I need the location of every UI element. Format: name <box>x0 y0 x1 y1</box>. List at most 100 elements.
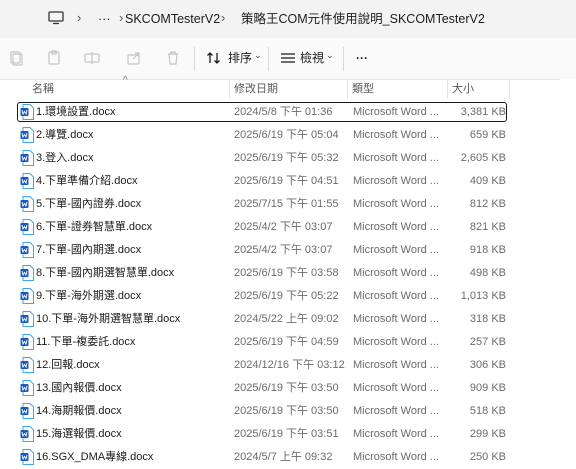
file-modified-date: 2025/6/19 下午 05:22 <box>234 290 339 302</box>
file-type: Microsoft Word ... <box>353 106 439 118</box>
more-options-button[interactable]: ··· <box>356 51 368 66</box>
file-name: 9.下單-海外期選.docx <box>36 290 142 302</box>
file-modified-date: 2024/12/16 下午 03:12 <box>234 359 345 371</box>
word-document-icon <box>20 196 34 212</box>
sort-label: 排序 <box>228 51 253 65</box>
file-type: Microsoft Word ... <box>353 359 439 371</box>
file-size: 1,013 KB <box>460 290 506 302</box>
file-type: Microsoft Word ... <box>353 290 439 302</box>
copy-icon[interactable] <box>46 50 62 66</box>
word-document-icon <box>20 334 34 350</box>
column-header-name[interactable]: 名稱 <box>32 82 54 96</box>
file-row[interactable]: 12.回報.docx 2024/12/16 下午 03:12 Microsoft W… <box>0 354 576 377</box>
file-row[interactable]: 3.登入.docx 2025/6/19 下午 05:32 Microsoft Wor… <box>0 147 576 170</box>
file-type: Microsoft Word ... <box>353 382 439 394</box>
scrollbar-track[interactable] <box>560 79 576 459</box>
file-modified-date: 2024/5/8 下午 01:36 <box>234 106 333 118</box>
file-size: 518 KB <box>469 405 506 417</box>
word-document-icon <box>20 173 34 189</box>
file-type: Microsoft Word ... <box>353 152 439 164</box>
file-name: 5.下單-國內證券.docx <box>36 198 142 210</box>
chevron-down-icon: ⌄ <box>254 50 262 60</box>
file-modified-date: 2024/5/7 上午 09:32 <box>234 451 333 463</box>
file-row[interactable]: 14.海期報價.docx 2025/6/19 下午 03:50 Microsoft … <box>0 400 576 423</box>
share-icon[interactable] <box>126 50 142 66</box>
file-type: Microsoft Word ... <box>353 428 439 440</box>
breadcrumb-more[interactable]: ··· <box>98 11 111 27</box>
file-modified-date: 2025/6/19 下午 03:50 <box>234 405 339 417</box>
file-size: 2,605 KB <box>460 152 506 164</box>
file-row[interactable]: 5.下單-國內證券.docx 2025/7/15 下午 01:55 Microsof… <box>0 193 576 216</box>
word-document-icon <box>20 127 34 143</box>
rename-icon[interactable] <box>84 50 100 66</box>
column-header-row: ^ 名稱 修改日期 類型 大小 <box>0 75 576 99</box>
command-bar: 排序 ⌄ 檢視 ⌄ ··· <box>0 38 576 80</box>
column-divider[interactable] <box>347 79 348 99</box>
column-divider[interactable] <box>509 79 510 99</box>
toolbar-divider <box>194 47 195 71</box>
file-row[interactable]: 8.下單-國內期選智慧單.docx 2025/6/19 下午 03:58 Micro… <box>0 262 576 285</box>
file-row[interactable]: 1.環境設置.docx 2024/5/8 下午 01:36 Microsoft Wo… <box>0 101 576 124</box>
monitor-icon[interactable] <box>48 11 64 25</box>
file-row[interactable]: 2.導覽.docx 2025/6/19 下午 05:04 Microsoft Wor… <box>0 124 576 147</box>
file-row[interactable]: 13.國內報價.docx 2025/6/19 下午 03:50 Microsoft … <box>0 377 576 400</box>
file-type: Microsoft Word ... <box>353 221 439 233</box>
view-label: 檢視 <box>300 51 325 65</box>
file-row[interactable]: 6.下單-證券智慧單.docx 2025/4/2 下午 03:07 Microsof… <box>0 216 576 239</box>
file-size: 918 KB <box>469 244 506 256</box>
breadcrumb-current-folder[interactable]: 策略王COM元件使用說明_SKCOMTesterV2 <box>241 11 485 27</box>
file-modified-date: 2025/4/2 下午 03:07 <box>234 221 333 233</box>
file-size: 299 KB <box>469 428 506 440</box>
cut-icon[interactable] <box>8 50 24 66</box>
file-size: 306 KB <box>469 359 506 371</box>
file-row[interactable]: 16.SGX_DMA專線.docx 2024/5/7 上午 09:32 Micros… <box>0 446 576 469</box>
sort-icon <box>207 52 220 64</box>
file-type: Microsoft Word ... <box>353 175 439 187</box>
address-bar[interactable]: › ··· › SKCOMTesterV2 › 策略王COM元件使用說明_SKC… <box>0 0 576 39</box>
file-name: 14.海期報價.docx <box>36 405 122 417</box>
file-row[interactable]: 15.海選報價.docx 2025/6/19 下午 03:51 Microsoft … <box>0 423 576 446</box>
file-row[interactable]: 10.下單-海外期選智慧單.docx 2024/5/22 上午 09:02 Micr… <box>0 308 576 331</box>
file-row[interactable]: 7.下單-國內期選.docx 2025/4/2 下午 03:07 Microsoft… <box>0 239 576 262</box>
file-name: 13.國內報價.docx <box>36 382 122 394</box>
file-name: 7.下單-國內期選.docx <box>36 244 142 256</box>
word-document-icon <box>20 288 34 304</box>
column-divider[interactable] <box>447 79 448 99</box>
word-document-icon <box>20 449 34 465</box>
file-name: 3.登入.docx <box>36 152 94 164</box>
word-document-icon <box>20 380 34 396</box>
column-header-date[interactable]: 修改日期 <box>234 82 278 96</box>
file-name: 2.導覽.docx <box>36 129 94 141</box>
file-size: 250 KB <box>469 451 506 463</box>
file-name: 15.海選報價.docx <box>36 428 122 440</box>
word-document-icon <box>20 219 34 235</box>
file-row[interactable]: 11.下單-複委託.docx 2025/6/19 下午 04:59 Microsof… <box>0 331 576 354</box>
file-row[interactable]: 9.下單-海外期選.docx 2025/6/19 下午 05:22 Microsof… <box>0 285 576 308</box>
file-type: Microsoft Word ... <box>353 129 439 141</box>
column-divider[interactable] <box>229 79 230 99</box>
file-row[interactable]: 4.下單準備介紹.docx 2025/6/19 下午 04:51 Microsoft… <box>0 170 576 193</box>
file-modified-date: 2024/5/22 上午 09:02 <box>234 313 339 325</box>
sort-ascending-icon: ^ <box>123 75 128 86</box>
file-modified-date: 2025/6/19 下午 04:59 <box>234 336 339 348</box>
file-modified-date: 2025/6/19 下午 03:58 <box>234 267 339 279</box>
file-size: 318 KB <box>469 313 506 325</box>
file-modified-date: 2025/4/2 下午 03:07 <box>234 244 333 256</box>
word-document-icon <box>20 242 34 258</box>
toolbar-divider <box>268 47 269 71</box>
file-type: Microsoft Word ... <box>353 267 439 279</box>
file-size: 498 KB <box>469 267 506 279</box>
file-name: 12.回報.docx <box>36 359 100 371</box>
column-header-size[interactable]: 大小 <box>452 82 474 96</box>
file-type: Microsoft Word ... <box>353 451 439 463</box>
file-size: 3,381 KB <box>460 106 506 118</box>
file-name: 1.環境設置.docx <box>36 106 116 118</box>
file-modified-date: 2025/6/19 下午 04:51 <box>234 175 339 187</box>
word-document-icon <box>20 403 34 419</box>
file-modified-date: 2025/7/15 下午 01:55 <box>234 198 339 210</box>
file-type: Microsoft Word ... <box>353 336 439 348</box>
delete-icon[interactable] <box>165 50 181 66</box>
column-header-type[interactable]: 類型 <box>352 82 374 96</box>
word-document-icon <box>20 311 34 327</box>
breadcrumb-skcomtester[interactable]: SKCOMTesterV2 <box>125 11 220 27</box>
